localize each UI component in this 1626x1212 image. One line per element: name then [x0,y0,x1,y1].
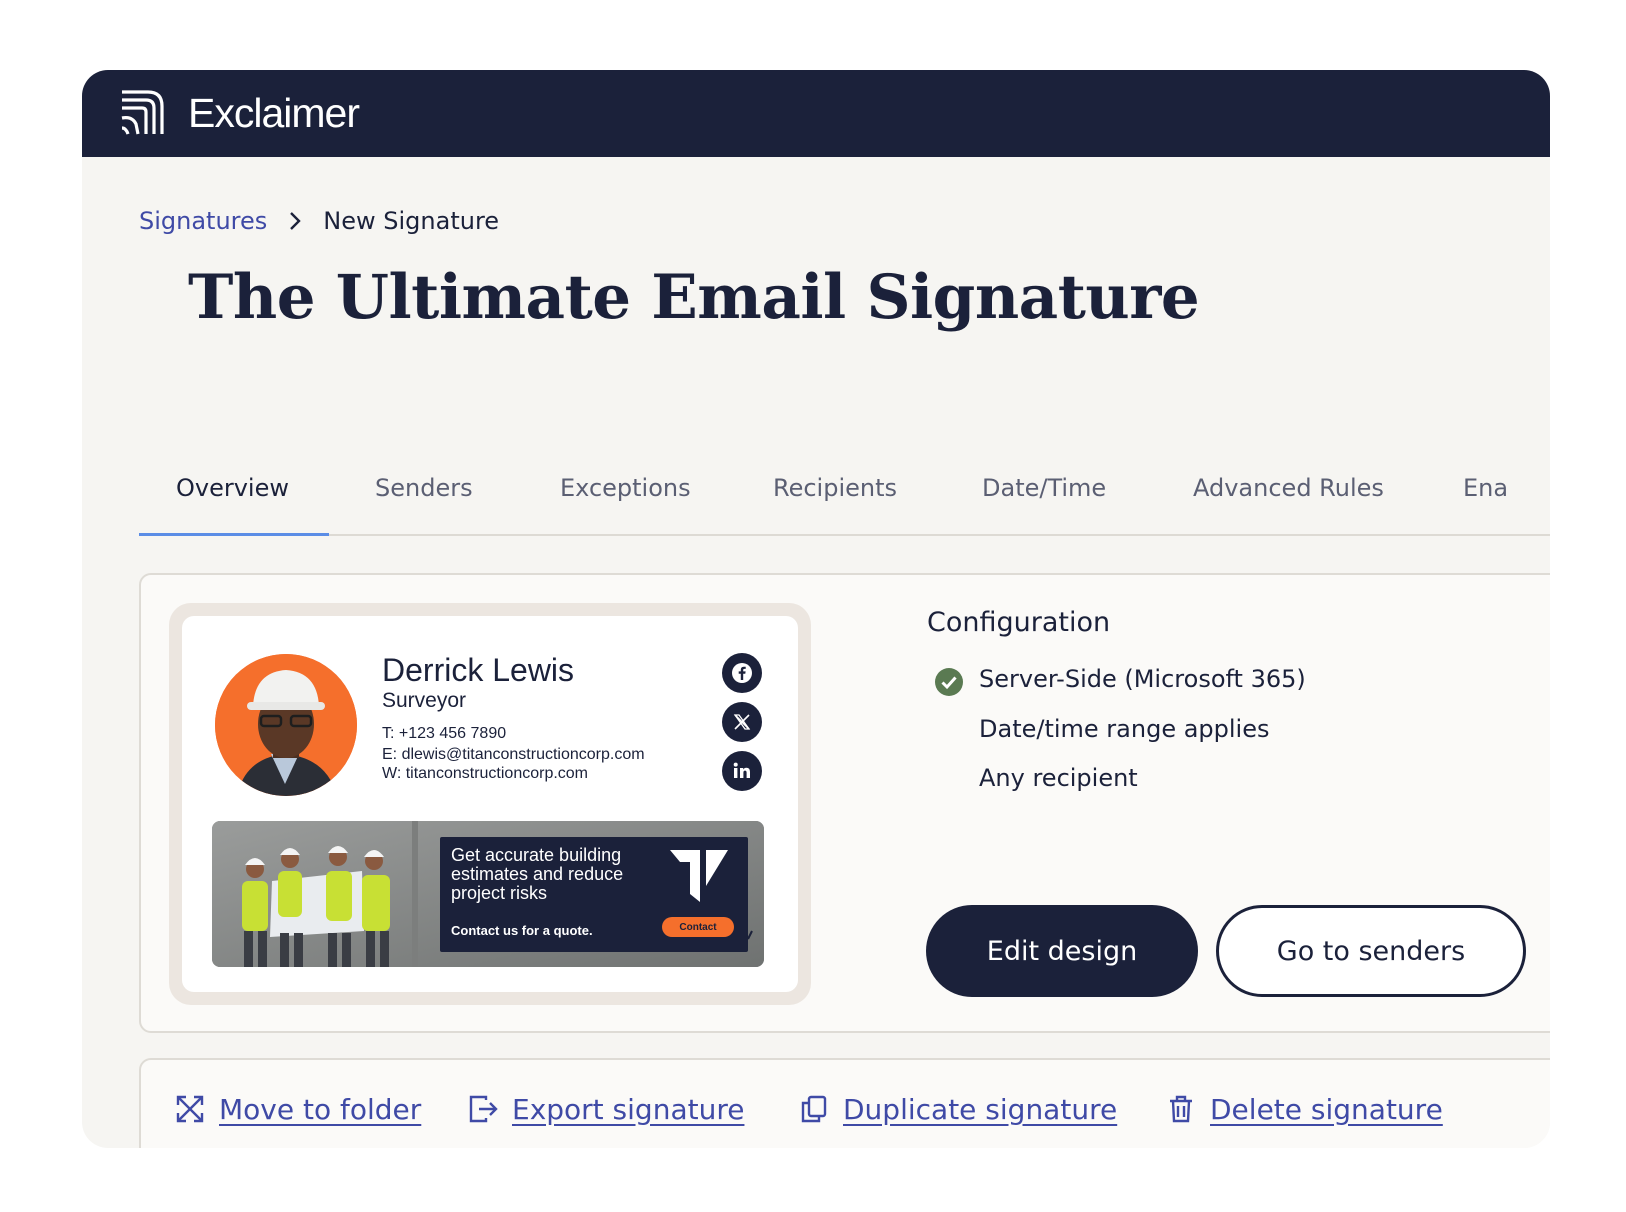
overview-panel: Derrick Lewis Surveyor T: +123 456 7890 … [139,573,1550,1033]
signature-web: W: titanconstructioncorp.com [382,765,589,782]
move-icon [176,1095,204,1123]
avatar [215,654,357,796]
breadcrumb-signatures-link[interactable]: Signatures [139,207,267,235]
config-item-server-side: Server-Side (Microsoft 365) [979,665,1306,693]
signature-preview: Derrick Lewis Surveyor T: +123 456 7890 … [182,616,798,992]
tab-bar: Overview Senders Exceptions Recipients D… [139,440,1550,536]
person-photo-icon [215,654,357,796]
go-to-senders-button[interactable]: Go to senders [1216,905,1526,997]
linkedin-icon[interactable] [722,751,762,791]
facebook-icon[interactable] [722,653,762,693]
signature-actions-bar: Move to folder Export signature Duplicat… [139,1058,1550,1148]
edit-design-button[interactable]: Edit design [926,905,1198,997]
brand-name: Exclaimer [188,89,360,136]
trash-icon [1170,1095,1192,1123]
breadcrumb-current: New Signature [323,207,500,235]
export-signature-label: Export signature [512,1092,745,1126]
export-icon [469,1095,498,1123]
config-item-recipient: Any recipient [979,764,1138,792]
active-tab-indicator [139,533,329,536]
configuration-title: Configuration [927,607,1111,638]
banner-contact-button[interactable]: Contact [662,917,734,937]
chevron-right-icon [290,212,301,230]
delete-signature-label: Delete signature [1210,1092,1443,1126]
delete-signature-link[interactable]: Delete signature [1166,1060,1443,1148]
signature-name: Derrick Lewis [382,652,575,688]
titan-logo-icon [670,850,728,902]
signature-email: E: dlewis@titanconstructioncorp.com [382,746,645,763]
signature-role: Surveyor [382,689,467,712]
brand-logo[interactable]: Exclaimer [118,88,360,138]
tab-date-time[interactable]: Date/Time [982,440,1106,536]
tab-overview[interactable]: Overview [176,440,289,536]
tab-senders[interactable]: Senders [375,440,473,536]
signature-phone: T: +123 456 7890 [382,725,507,742]
move-to-folder-label: Move to folder [219,1092,422,1126]
export-signature-link[interactable]: Export signature [468,1060,744,1148]
duplicate-signature-link[interactable]: Duplicate signature [799,1060,1117,1148]
tab-advanced-rules[interactable]: Advanced Rules [1193,440,1384,536]
duplicate-icon [801,1095,827,1123]
breadcrumb: Signatures New Signature [139,207,499,235]
config-item-date-time: Date/time range applies [979,715,1270,743]
check-icon [935,668,963,696]
banner-message-box: Get accurate building estimates and redu… [440,837,748,952]
tab-recipients[interactable]: Recipients [773,440,897,536]
tab-exceptions[interactable]: Exceptions [560,440,691,536]
move-to-folder-link[interactable]: Move to folder [175,1060,421,1148]
signature-preview-frame: Derrick Lewis Surveyor T: +123 456 7890 … [169,603,811,1005]
signature-banner[interactable]: Get accurate building estimates and redu… [212,821,764,967]
top-bar: Exclaimer [82,70,1550,157]
tab-enable[interactable]: Ena [1463,440,1508,536]
x-icon[interactable] [722,702,762,742]
banner-cta-text: Contact us for a quote. [451,923,593,938]
banner-headline: Get accurate building estimates and redu… [451,845,624,903]
page-title: The Ultimate Email Signature [188,262,1200,333]
app-window: Exclaimer Signatures New Signature The U… [82,70,1550,1148]
duplicate-signature-label: Duplicate signature [843,1092,1118,1126]
exclaimer-logo-icon [121,90,164,135]
